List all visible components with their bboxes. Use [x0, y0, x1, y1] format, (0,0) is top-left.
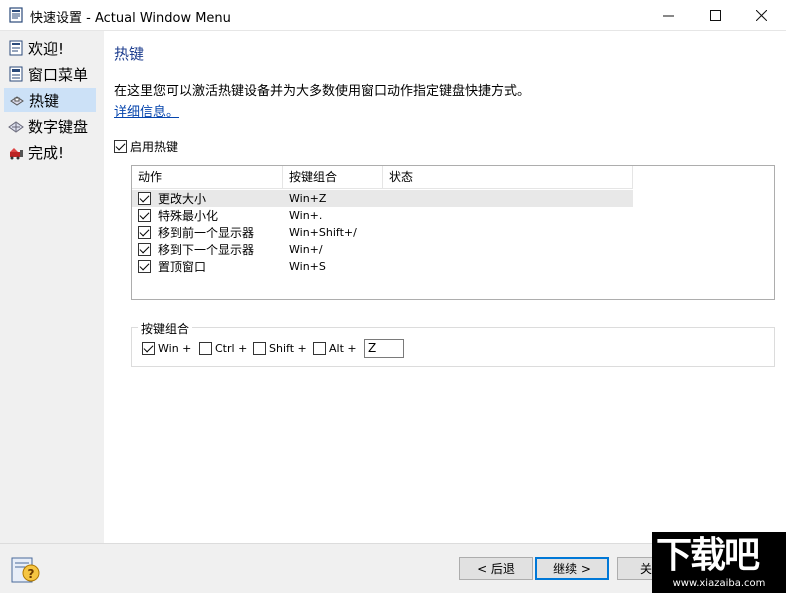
- close-window-button[interactable]: [738, 0, 784, 31]
- row-action: 置顶窗口: [158, 260, 207, 274]
- win-modifier-checkbox[interactable]: Win +: [142, 342, 191, 355]
- alt-modifier-checkbox[interactable]: Alt +: [313, 342, 357, 355]
- minimize-button[interactable]: [645, 0, 691, 31]
- ctrl-label: Ctrl +: [215, 342, 248, 355]
- close-icon: [755, 10, 767, 21]
- checkbox-unchecked[interactable]: [199, 342, 212, 355]
- list-header: 动作 按键组合 状态: [132, 166, 633, 189]
- sidebar-item-label: 热键: [29, 91, 60, 110]
- watermark-text: 下载吧: [656, 535, 760, 576]
- table-row[interactable]: 更改大小 Win+Z: [132, 190, 633, 207]
- maximize-button[interactable]: [692, 0, 738, 31]
- row-action: 移到下一个显示器: [158, 243, 255, 257]
- window-icon: [9, 66, 23, 82]
- table-row[interactable]: 置顶窗口 Win+S: [132, 258, 633, 275]
- ctrl-modifier-checkbox[interactable]: Ctrl +: [199, 342, 247, 355]
- sidebar-item-label: 欢迎!: [28, 39, 65, 58]
- sidebar-item-numpad[interactable]: 数字键盘: [4, 114, 96, 138]
- table-row[interactable]: 移到前一个显示器 Win+Shift+/: [132, 224, 633, 241]
- finish-icon: [10, 148, 23, 160]
- alt-label: Alt +: [329, 342, 357, 355]
- page-title: 热键: [114, 45, 145, 63]
- table-row[interactable]: 移到下一个显示器 Win+/: [132, 241, 633, 258]
- row-combo: Win+Shift+/: [289, 226, 357, 239]
- app-icon: [9, 7, 23, 23]
- table-row[interactable]: 特殊最小化 Win+.: [132, 207, 633, 224]
- key-combo-group: 按键组合 Win + Ctrl + Shift + Alt + Z: [131, 320, 775, 367]
- group-title: 按键组合: [138, 320, 193, 337]
- row-action: 特殊最小化: [158, 209, 219, 223]
- help-icon[interactable]: ?: [10, 555, 42, 585]
- enable-hotkeys-label: 启用热键: [130, 140, 179, 154]
- next-button[interactable]: 继续 >: [535, 557, 609, 580]
- minimize-icon: [662, 15, 674, 17]
- numpad-icon: [8, 121, 24, 133]
- column-header-action[interactable]: 动作: [132, 166, 283, 189]
- shift-modifier-checkbox[interactable]: Shift +: [253, 342, 307, 355]
- window-title: 快速设置 - Actual Window Menu: [30, 11, 231, 26]
- hotkey-icon: [10, 96, 24, 106]
- sidebar-item-finish[interactable]: 完成!: [4, 140, 96, 164]
- row-combo: Win+S: [289, 260, 326, 273]
- row-checkbox[interactable]: [138, 226, 151, 239]
- sidebar-item-label: 完成!: [28, 143, 65, 162]
- key-input[interactable]: Z: [364, 339, 404, 358]
- checkbox-checked[interactable]: [142, 342, 155, 355]
- svg-text:?: ?: [28, 567, 35, 581]
- sidebar-item-window-menu[interactable]: 窗口菜单: [4, 62, 96, 86]
- details-link[interactable]: 详细信息。: [114, 101, 179, 120]
- sidebar-item-hotkeys[interactable]: 热键: [4, 88, 96, 112]
- close-button[interactable]: 关: [617, 557, 657, 580]
- row-action: 更改大小: [158, 192, 207, 206]
- row-checkbox[interactable]: [138, 192, 151, 205]
- column-header-status[interactable]: 状态: [383, 166, 633, 189]
- page-icon: [9, 40, 23, 56]
- page-description: 在这里您可以激活热键设备并为大多数使用窗口动作指定键盘快捷方式。: [114, 84, 531, 99]
- sidebar-item-welcome[interactable]: 欢迎!: [4, 36, 96, 60]
- row-combo: Win+.: [289, 209, 323, 222]
- maximize-icon: [709, 10, 721, 21]
- shift-label: Shift +: [269, 342, 307, 355]
- enable-hotkeys-checkbox[interactable]: 启用热键: [114, 138, 178, 155]
- row-checkbox[interactable]: [138, 209, 151, 222]
- row-combo: Win+/: [289, 243, 323, 256]
- sidebar-item-label: 窗口菜单: [28, 65, 89, 84]
- watermark-logo: 下载吧 www.xiazaiba.com: [652, 532, 786, 593]
- checkbox-unchecked[interactable]: [313, 342, 326, 355]
- row-checkbox[interactable]: [138, 260, 151, 273]
- checkbox-unchecked[interactable]: [253, 342, 266, 355]
- sidebar-item-label: 数字键盘: [28, 117, 89, 136]
- wizard-sidebar: 欢迎! 窗口菜单 热键 数字键盘 完成!: [0, 31, 104, 543]
- title-bar: 快速设置 - Actual Window Menu: [0, 0, 786, 31]
- row-combo: Win+Z: [289, 192, 327, 205]
- watermark-url: www.xiazaiba.com: [672, 578, 766, 589]
- back-button[interactable]: < 后退: [459, 557, 533, 580]
- main-panel: 热键 在这里您可以激活热键设备并为大多数使用窗口动作指定键盘快捷方式。 详细信息…: [104, 31, 786, 543]
- column-header-combo[interactable]: 按键组合: [283, 166, 383, 189]
- hotkey-list[interactable]: 动作 按键组合 状态 更改大小 Win+Z 特殊最小化 Win+. 移到前一个显…: [131, 165, 775, 300]
- row-action: 移到前一个显示器: [158, 226, 255, 240]
- checkbox-checked[interactable]: [114, 140, 127, 153]
- win-label: Win +: [158, 342, 192, 355]
- row-checkbox[interactable]: [138, 243, 151, 256]
